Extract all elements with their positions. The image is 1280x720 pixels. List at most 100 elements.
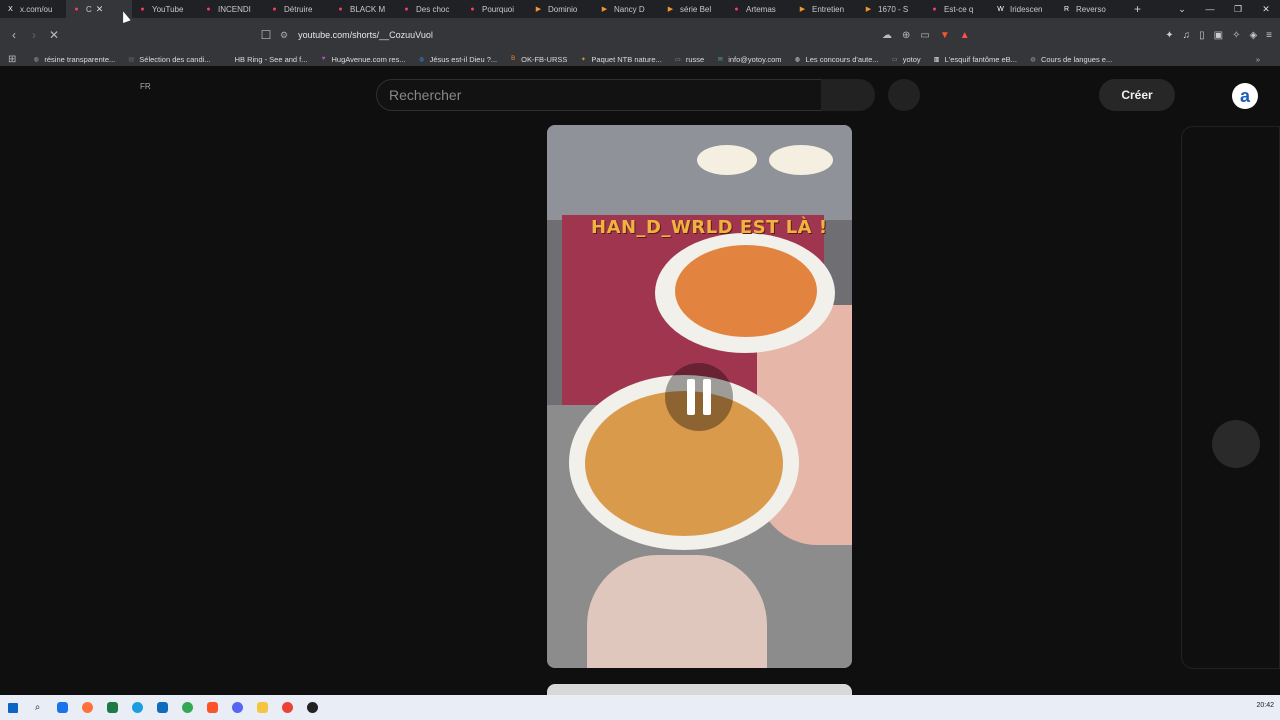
bookmark-item[interactable]: ◍ Les concours d'aute... xyxy=(794,55,879,64)
cast-icon[interactable]: ▭ xyxy=(920,30,929,41)
tab[interactable]: ● Est-ce q xyxy=(924,0,990,18)
globe-icon: ◍ xyxy=(418,56,425,63)
cloud-icon[interactable]: ☁ xyxy=(882,30,892,41)
tab[interactable]: ● YouTube xyxy=(132,0,198,18)
avatar[interactable]: a xyxy=(1232,83,1258,109)
tab[interactable]: ▶ série Bel xyxy=(660,0,726,18)
apps-icon[interactable]: ⊞ xyxy=(8,54,16,65)
more-bookmarks-icon[interactable]: » xyxy=(1256,55,1260,64)
youtube-icon: ● xyxy=(932,5,937,13)
zoom-icon[interactable]: ⊕ xyxy=(902,30,910,41)
play-icon: ▶ xyxy=(865,6,872,13)
brave-shield-icon[interactable]: ▼ xyxy=(940,30,950,41)
address-bar-actions: ☁ ⊕ ▭ ▼ ▲ xyxy=(882,18,970,52)
play-icon: ▶ xyxy=(799,6,806,13)
video-hand xyxy=(587,555,767,668)
page-icon: ▤ xyxy=(128,56,135,63)
sidebar-icon[interactable]: ▯ xyxy=(1199,30,1205,41)
search-icon[interactable]: ⌕ xyxy=(25,695,50,720)
restore-button[interactable]: ❐ xyxy=(1224,4,1252,15)
excel-icon[interactable] xyxy=(100,695,125,720)
vpn-icon[interactable]: ◈ xyxy=(1249,30,1257,41)
create-label: Créer xyxy=(1121,88,1153,102)
rewards-icon[interactable]: ▲ xyxy=(960,30,970,41)
tab[interactable]: Xx.com/ou xyxy=(0,0,66,18)
video-cup xyxy=(697,145,757,175)
site-info-icon[interactable]: ⚙ xyxy=(280,30,288,41)
search-placeholder: Rechercher xyxy=(389,87,462,103)
shorts-video-player[interactable]: HAN_D_WRLD EST LÀ ! xyxy=(547,125,852,668)
bookmark-item[interactable]: ▥ L'esquif fantôme eB... xyxy=(933,55,1017,64)
bookmark-label: HB Ring - See and f... xyxy=(234,54,308,64)
tab-label: Détruire xyxy=(284,4,313,14)
bookmark-label: Cours de langues e... xyxy=(1040,54,1113,64)
country-code: FR xyxy=(140,82,151,91)
tab[interactable]: ▶ Dominio xyxy=(528,0,594,18)
bookmark-item[interactable]: B OK-FB-URSS xyxy=(509,55,567,64)
bookmark-label: russe xyxy=(685,54,705,64)
bookmark-item[interactable]: ✉ info@yotoy.com xyxy=(716,55,782,64)
close-tab-icon[interactable]: ✕ xyxy=(96,4,104,15)
tab[interactable]: ● BLACK M xyxy=(330,0,396,18)
windows-taskbar: ⌕ 20:42 xyxy=(0,695,1280,720)
tab[interactable]: ▶ 1670 - S xyxy=(858,0,924,18)
pause-icon[interactable] xyxy=(665,363,733,431)
leo-ai-icon[interactable]: ✧ xyxy=(1232,30,1240,41)
outlook-icon[interactable] xyxy=(50,695,75,720)
tab-label: Reverso xyxy=(1076,4,1106,14)
tab[interactable]: ▶ Nancy D xyxy=(594,0,660,18)
tab[interactable]: ● Pourquoi xyxy=(462,0,528,18)
back-button[interactable]: ‹ xyxy=(4,28,24,42)
tab[interactable]: ● Des choc xyxy=(396,0,462,18)
tab[interactable]: ● Artemas xyxy=(726,0,792,18)
file-explorer-icon[interactable] xyxy=(250,695,275,720)
extensions-icon[interactable]: ✦ xyxy=(1165,30,1173,41)
tab[interactable]: R Reverso xyxy=(1056,0,1122,18)
bookmark-label: L'esquif fantôme eB... xyxy=(944,54,1017,64)
outlook-icon[interactable] xyxy=(150,695,175,720)
bookmark-item[interactable]: ▤ Sélection des candi... xyxy=(127,55,210,64)
book-icon: ▥ xyxy=(933,56,940,63)
forward-button[interactable]: › xyxy=(24,28,44,42)
wallet-icon[interactable]: ▣ xyxy=(1214,30,1223,41)
next-short-preview[interactable] xyxy=(547,684,852,695)
edge-icon[interactable] xyxy=(125,695,150,720)
bookmark-item[interactable]: ◍ Jésus est-il Dieu ?... xyxy=(418,55,497,64)
tab[interactable]: ● INCENDI xyxy=(198,0,264,18)
next-video-button[interactable] xyxy=(1212,420,1260,468)
tab[interactable]: W Iridescen xyxy=(990,0,1056,18)
url-text[interactable]: youtube.com/shorts/__CozuuVuol xyxy=(298,30,433,40)
search-input[interactable]: Rechercher xyxy=(376,79,822,111)
menu-icon[interactable]: ≡ xyxy=(1266,30,1272,41)
create-button[interactable]: Créer xyxy=(1099,79,1175,111)
bookmark-item[interactable]: ◍ résine transparente... xyxy=(32,55,116,64)
close-window-button[interactable]: ✕ xyxy=(1252,4,1280,15)
stop-loading-button[interactable]: ✕ xyxy=(44,28,64,42)
discord-icon[interactable] xyxy=(225,695,250,720)
obs-icon[interactable] xyxy=(300,695,325,720)
bookmark-label: Les concours d'aute... xyxy=(805,54,879,64)
youtube-shorts-page: FR Rechercher Créer a HAN_D_WRLD EST LÀ … xyxy=(0,66,1280,695)
tab[interactable]: ● Détruire xyxy=(264,0,330,18)
bookmark-item[interactable]: ♥ HugAvenue.com res... xyxy=(320,55,406,64)
voice-search-button[interactable] xyxy=(888,79,920,111)
bookmark-icon[interactable]: ☐ xyxy=(256,28,276,42)
bookmark-item[interactable]: ▭ russe xyxy=(674,55,704,64)
chrome-icon[interactable] xyxy=(275,695,300,720)
bookmark-item[interactable]: ▭ yotoy xyxy=(891,55,921,64)
bookmark-label: yotoy xyxy=(902,54,921,64)
bookmark-item[interactable]: ◍ Cours de langues e... xyxy=(1029,55,1112,64)
brave-icon[interactable] xyxy=(200,695,225,720)
bookmark-item[interactable]: ✦ Paquet NTB nature... xyxy=(579,55,662,64)
tab-list-icon[interactable]: ⌄ xyxy=(1168,4,1196,15)
minimize-button[interactable]: — xyxy=(1196,4,1224,14)
search-button[interactable] xyxy=(821,79,875,111)
bookmark-item[interactable]: T HB Ring - See and f... xyxy=(223,55,308,64)
start-icon[interactable] xyxy=(0,695,25,720)
media-icon[interactable]: ♫ xyxy=(1183,30,1191,41)
chrome-icon[interactable] xyxy=(175,695,200,720)
new-tab-button[interactable]: + xyxy=(1134,2,1141,16)
firefox-icon[interactable] xyxy=(75,695,100,720)
play-icon: ▶ xyxy=(601,6,608,13)
tab[interactable]: ▶ Entretien xyxy=(792,0,858,18)
